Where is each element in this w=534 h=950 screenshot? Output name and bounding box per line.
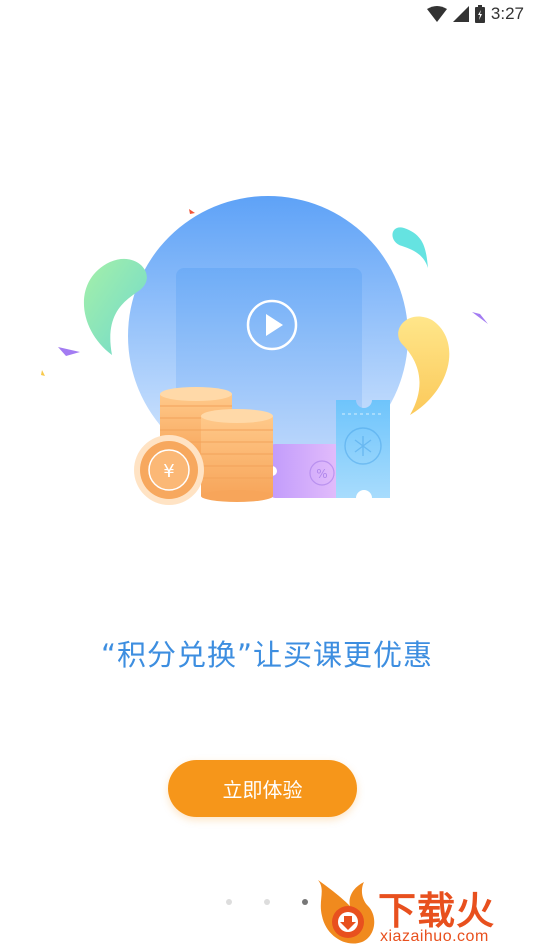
site-watermark: 下载火 xiazaihuo.com (312, 876, 534, 950)
yuan-coin-icon: ¥ (134, 435, 204, 505)
page-dot[interactable] (264, 899, 270, 905)
cyan-teardrop-decoration (392, 227, 428, 268)
status-icons: 3:27 (426, 4, 524, 24)
battery-icon (474, 5, 485, 23)
watermark-title: 下载火 (378, 889, 496, 933)
confetti-yellow (41, 370, 45, 376)
confetti-red (189, 209, 195, 214)
page-indicator (226, 899, 308, 905)
page-dot-active[interactable] (302, 899, 308, 905)
svg-text:¥: ¥ (163, 461, 174, 482)
ticket-icon (336, 400, 390, 498)
confetti-purple-left (58, 347, 80, 356)
svg-text:%: % (316, 467, 327, 481)
status-bar: 3:27 (0, 0, 534, 28)
yellow-teardrop-decoration (398, 316, 450, 415)
wifi-icon (426, 6, 447, 22)
confetti-purple-right (472, 312, 488, 324)
try-now-button[interactable]: 立即体验 (168, 760, 357, 817)
coin-stack-front-icon (201, 409, 273, 502)
flame-logo-icon (318, 880, 375, 944)
cell-signal-icon (452, 6, 469, 22)
page-dot[interactable] (226, 899, 232, 905)
feature-slogan: “积分兑换”让买课更优惠 (100, 638, 434, 672)
hero-illustration: % ¥ (41, 196, 488, 505)
watermark-domain: xiazaihuo.com (380, 928, 489, 945)
status-time: 3:27 (490, 4, 524, 23)
